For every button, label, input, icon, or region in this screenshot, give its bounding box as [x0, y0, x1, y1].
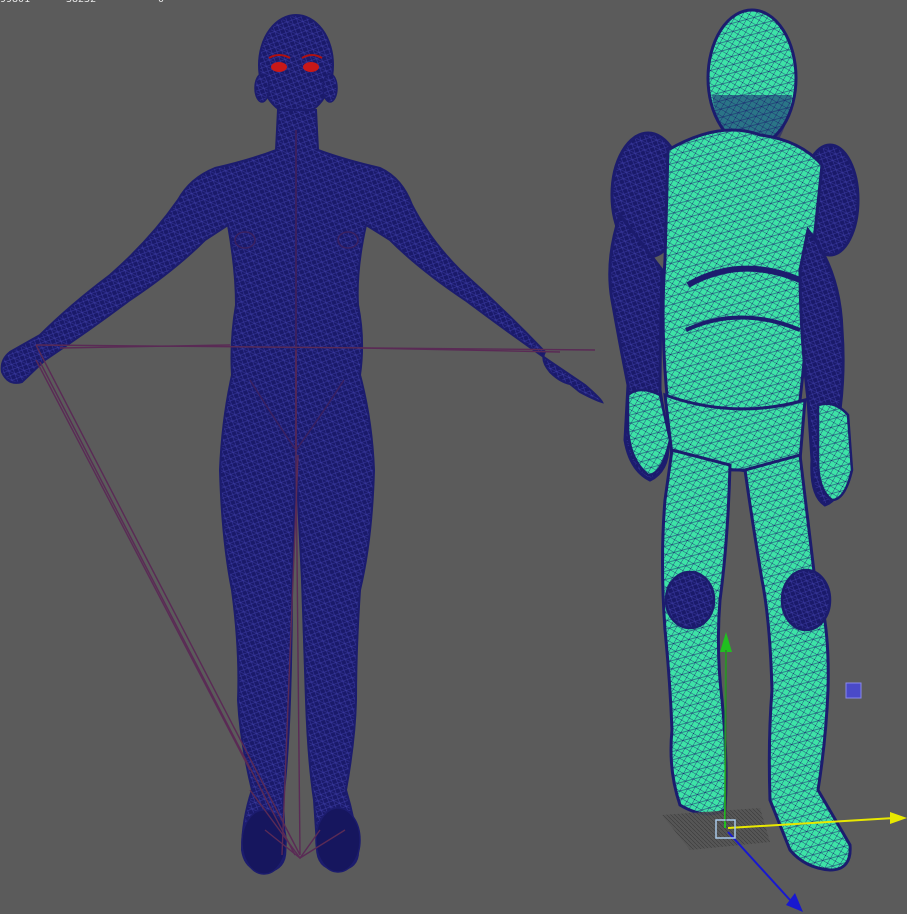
green-cone-icon[interactable] [720, 632, 732, 652]
female-mesh[interactable] [0, 14, 604, 875]
armored-character-mesh[interactable] [608, 8, 860, 872]
blue-square-icon[interactable] [845, 682, 862, 699]
female-body[interactable] [0, 109, 604, 874]
female-head[interactable] [258, 14, 334, 116]
scene-canvas[interactable] [0, 0, 907, 914]
blue-cone-icon[interactable] [786, 893, 803, 912]
3d-viewport[interactable]: 99801 38232 0 [0, 0, 907, 914]
left-leg[interactable] [661, 448, 732, 816]
yellow-arrow-icon[interactable] [890, 812, 907, 824]
right-leg[interactable] [743, 453, 852, 872]
